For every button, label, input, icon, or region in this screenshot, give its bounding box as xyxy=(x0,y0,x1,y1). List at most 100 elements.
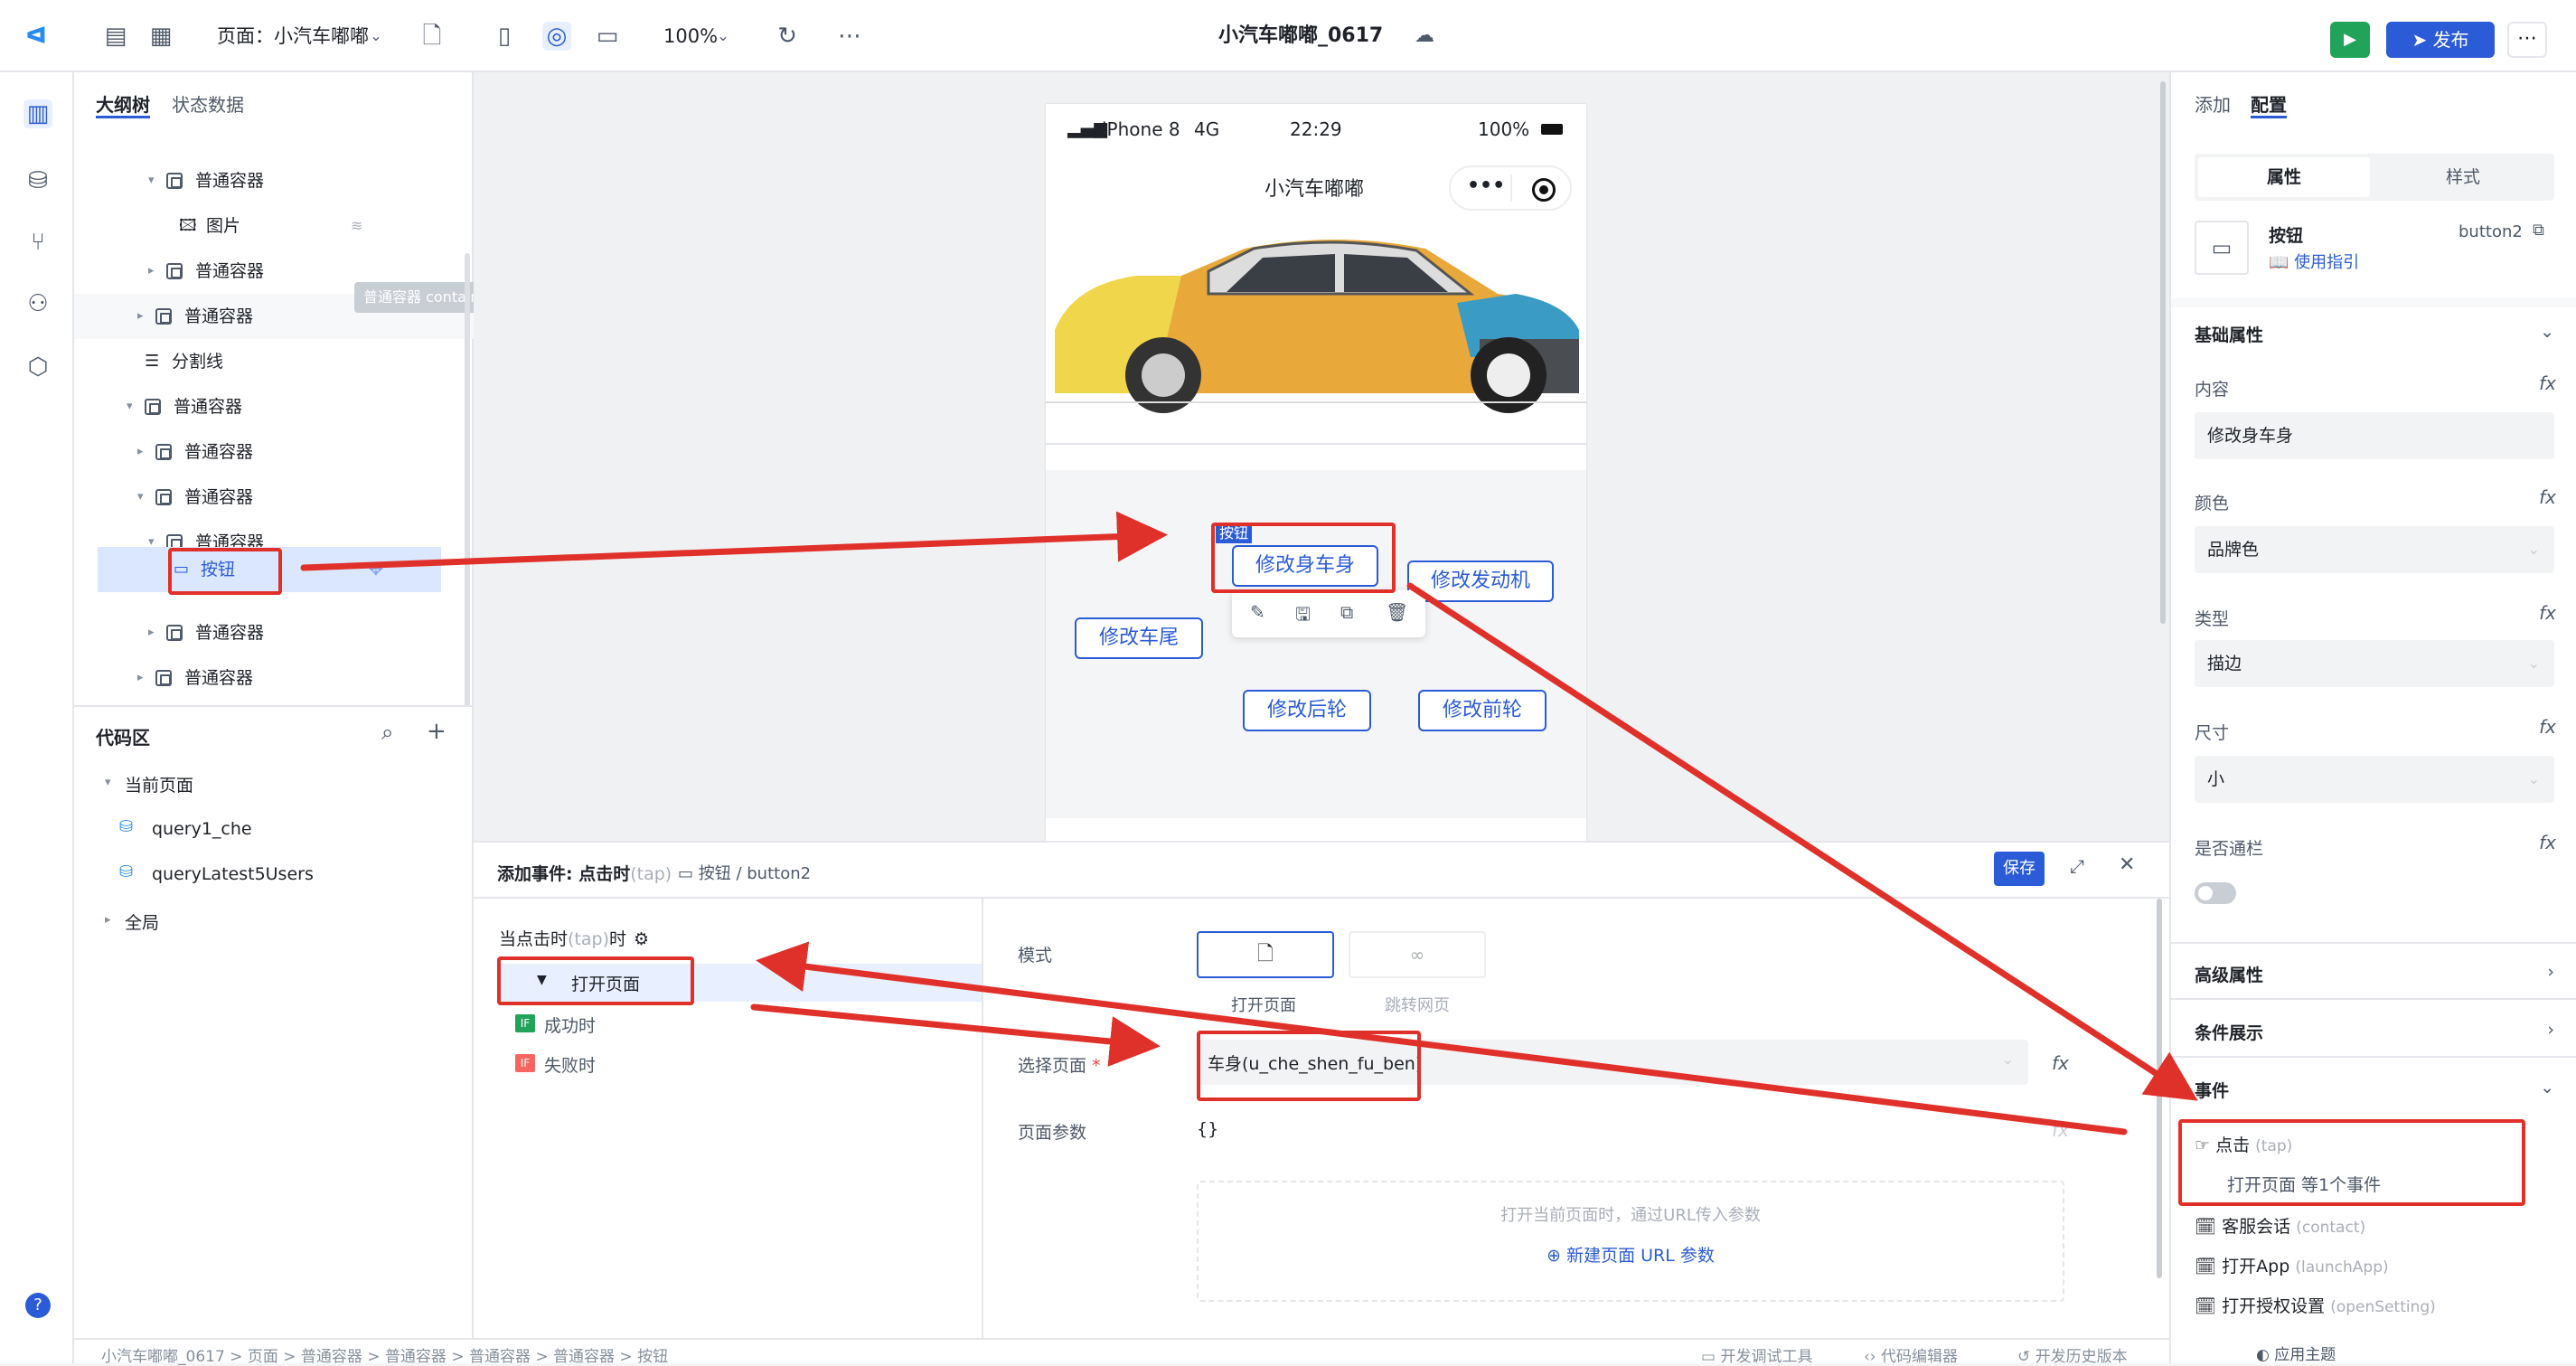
more-icon[interactable]: ⋯ xyxy=(835,22,864,51)
tree-row[interactable]: ▸ 普通容器 xyxy=(74,655,474,701)
block-toggle[interactable] xyxy=(2195,882,2236,904)
params-dropzone: 打开当前页面时，通过URL传入参数 ⊕ 新建页面 URL 参数 xyxy=(1197,1181,2064,1302)
canvas-scrollbar[interactable] xyxy=(2160,81,2166,624)
mode-open-page-option[interactable]: 🗋 xyxy=(1197,931,1334,978)
tree-row[interactable]: ▸ 普通容器 xyxy=(74,610,474,655)
color-select[interactable]: 品牌色 ⌄ xyxy=(2195,526,2554,573)
scrollbar[interactable] xyxy=(465,253,470,723)
layout-icon[interactable]: ▦ xyxy=(146,22,175,51)
success-branch[interactable]: 成功时 xyxy=(544,1013,596,1037)
fx-icon[interactable]: fx xyxy=(2052,1119,2069,1141)
desktop-view-icon[interactable]: ▭ xyxy=(593,22,622,51)
code-panel: 代码区 ⌕ + ▾ 当前页面 ⛁ query1_che ⛁ queryLates… xyxy=(74,705,474,1338)
edit-rear-wheel-button[interactable]: 修改后轮 xyxy=(1243,690,1371,731)
debug-tools[interactable]: ▭ 开发调试工具 xyxy=(1701,1343,1812,1366)
content-input[interactable]: 修改身车身 xyxy=(2195,412,2554,459)
search-icon[interactable]: ⌕ xyxy=(381,720,393,745)
code-editor[interactable]: ‹› 代码编辑器 xyxy=(1864,1343,1958,1366)
advanced-section[interactable]: 高级属性 › xyxy=(2195,962,2554,989)
expand-icon[interactable]: ⤢ xyxy=(2070,855,2084,877)
params-value[interactable]: {} xyxy=(1197,1119,1218,1139)
mobile-view-icon[interactable]: ▯ xyxy=(490,22,519,51)
tree-row[interactable]: 🖾 图片 ≋ xyxy=(74,203,474,249)
container-icon xyxy=(166,625,183,641)
page-list-icon[interactable]: ▤ xyxy=(101,22,130,51)
gear-icon[interactable]: ⚙ xyxy=(634,929,649,949)
query-item[interactable]: queryLatest5Users xyxy=(152,864,314,884)
chevron-down-icon: ⌄ xyxy=(2527,770,2540,787)
guide-link[interactable]: 📖 使用指引 xyxy=(2269,250,2359,273)
event-open-setting[interactable]: 🗓 打开授权设置 (openSetting) xyxy=(2195,1293,2436,1317)
query-item[interactable]: query1_che xyxy=(152,819,252,839)
event-launch-app[interactable]: 🗓 打开App (launchApp) xyxy=(2195,1253,2389,1277)
chevron-down-icon[interactable]: ⌄ xyxy=(362,22,390,51)
tree-row[interactable]: ▸ 普通容器 xyxy=(74,429,474,475)
flow-icon[interactable]: ⑂ xyxy=(24,228,52,257)
app-theme[interactable]: ◐ 应用主题 xyxy=(2256,1342,2336,1364)
database-icon[interactable]: ⛁ xyxy=(24,166,52,195)
fx-icon[interactable]: fx xyxy=(2539,486,2556,508)
help-icon[interactable]: ? xyxy=(25,1293,51,1318)
fx-icon[interactable]: fx xyxy=(2539,832,2556,853)
tree-row[interactable]: ▾ 普通容器 xyxy=(74,475,474,520)
publish-label: 发布 xyxy=(2432,29,2469,51)
fx-icon[interactable]: fx xyxy=(2539,716,2556,738)
condition-section[interactable]: 条件展示 › xyxy=(2195,1020,2554,1047)
mode-web-option[interactable]: ∞ xyxy=(1349,931,1486,978)
more-dots-icon[interactable]: ••• xyxy=(1467,174,1505,197)
publish-button[interactable]: ➤ 发布 xyxy=(2386,22,2495,58)
drag-icon[interactable]: ✥ xyxy=(369,547,383,592)
history[interactable]: ↺ 开发历史版本 xyxy=(2017,1343,2128,1366)
new-page-icon[interactable]: 🗋 xyxy=(418,22,447,51)
block-label: 是否通栏 xyxy=(2195,839,2264,859)
run-button[interactable]: ▶ xyxy=(2330,22,2370,58)
tree-row[interactable]: ▾ 普通容器 xyxy=(74,158,474,203)
fx-icon[interactable]: fx xyxy=(2539,372,2556,394)
subtab-props[interactable]: 属性 xyxy=(2198,157,2370,197)
app-logo-icon[interactable]: ᐊ xyxy=(22,22,51,51)
event-scrollbar[interactable] xyxy=(2157,899,2162,1278)
tree-row[interactable]: ☰ 分割线 xyxy=(74,339,474,384)
add-icon[interactable]: + xyxy=(427,718,447,745)
edit-tail-button[interactable]: 修改车尾 xyxy=(1075,617,1203,659)
outline-icon[interactable]: ▥ xyxy=(24,99,52,128)
size-select[interactable]: 小 ⌄ xyxy=(2195,756,2554,803)
more-menu-button[interactable]: ⋯ xyxy=(2507,22,2547,58)
fx-icon[interactable]: fx xyxy=(2052,1052,2069,1074)
save-button[interactable]: 保存 xyxy=(1994,852,2045,886)
zoom-chevron-icon[interactable]: ⌄ xyxy=(709,22,738,51)
page-selector[interactable]: 页面：小汽车嘟嘟 xyxy=(217,24,369,49)
fx-icon[interactable]: fx xyxy=(2539,602,2556,624)
refresh-icon[interactable]: ↻ xyxy=(773,22,802,51)
save-icon[interactable]: 🖫 xyxy=(1295,601,1311,632)
edit-engine-button[interactable]: 修改发动机 xyxy=(1407,561,1554,602)
tab-outline[interactable]: 大纲树 xyxy=(96,90,150,117)
tab-add[interactable]: 添加 xyxy=(2195,90,2231,117)
type-select[interactable]: 描边 ⌄ xyxy=(2195,640,2554,687)
event-contact[interactable]: 🗓 客服会话 (contact) xyxy=(2195,1213,2365,1238)
edit-icon[interactable]: ✎ xyxy=(1250,601,1265,623)
new-param-button[interactable]: ⊕ 新建页面 URL 参数 xyxy=(1199,1242,2063,1267)
close-circle-icon[interactable] xyxy=(1532,178,1556,202)
miniprogram-view-icon[interactable]: ◎ xyxy=(542,22,571,51)
copy-id-icon[interactable]: ⧉ xyxy=(2533,221,2544,240)
basic-props-section[interactable]: 基础属性 ⌄ xyxy=(2195,322,2554,349)
components-icon[interactable]: ⚇ xyxy=(24,289,52,318)
tab-state-data[interactable]: 状态数据 xyxy=(172,90,244,117)
fail-branch[interactable]: 失败时 xyxy=(544,1052,596,1077)
tab-config[interactable]: 配置 xyxy=(2251,90,2287,117)
copy-icon[interactable]: ⧉ xyxy=(1340,601,1353,623)
delete-icon[interactable]: 🗑 xyxy=(1386,601,1408,623)
breadcrumb[interactable]: 小汽车嘟嘟_0617 > 页面 > 普通容器 > 普通容器 > 普通容器 > 普… xyxy=(101,1343,668,1366)
events-section[interactable]: 事件 ⌄ xyxy=(2195,1078,2554,1105)
subtab-style[interactable]: 样式 xyxy=(2375,157,2551,197)
capsule-menu[interactable]: ••• xyxy=(1449,165,1572,211)
settings-hex-icon[interactable]: ⬡ xyxy=(24,353,52,382)
caret-right-icon[interactable]: ▸ xyxy=(105,913,111,927)
close-icon[interactable]: ✕ xyxy=(2119,853,2135,876)
annotation-box-selected-page xyxy=(1197,1031,1421,1101)
tree-row[interactable]: ▾ 普通容器 xyxy=(74,384,474,429)
button-icon: ▭ xyxy=(678,864,699,883)
caret-down-icon[interactable]: ▾ xyxy=(105,776,111,789)
edit-front-wheel-button[interactable]: 修改前轮 xyxy=(1418,690,1547,731)
